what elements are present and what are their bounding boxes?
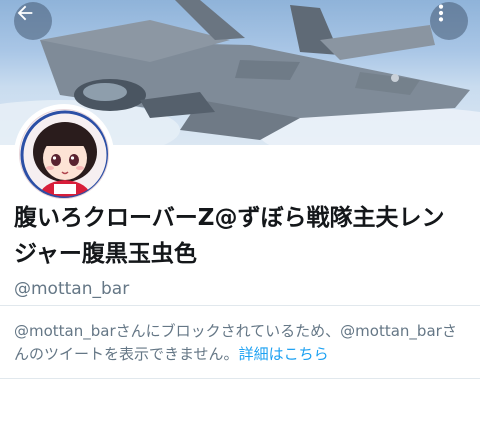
divider <box>0 378 480 379</box>
blocked-notice: @mottan_barさんにブロックされているため、@mottan_barさんの… <box>14 320 470 366</box>
profile-handle: @mottan_bar <box>14 279 130 299</box>
anime-girl-avatar-image <box>20 110 108 198</box>
avatar[interactable] <box>14 104 114 204</box>
back-button[interactable] <box>14 2 52 40</box>
divider <box>0 305 480 306</box>
profile-display-name: 腹いろクローバーZ@ずぼら戦隊主夫レンジャー腹黒玉虫色 <box>14 205 445 267</box>
blocked-notice-text: @mottan_barさんにブロックされているため、@mottan_barさんの… <box>14 322 457 363</box>
more-vertical-icon <box>438 4 444 22</box>
arrow-left-icon <box>17 5 33 21</box>
avatar-image <box>19 109 109 199</box>
learn-more-link[interactable]: 詳細はこちら <box>239 345 329 363</box>
more-options-button[interactable] <box>430 2 468 40</box>
